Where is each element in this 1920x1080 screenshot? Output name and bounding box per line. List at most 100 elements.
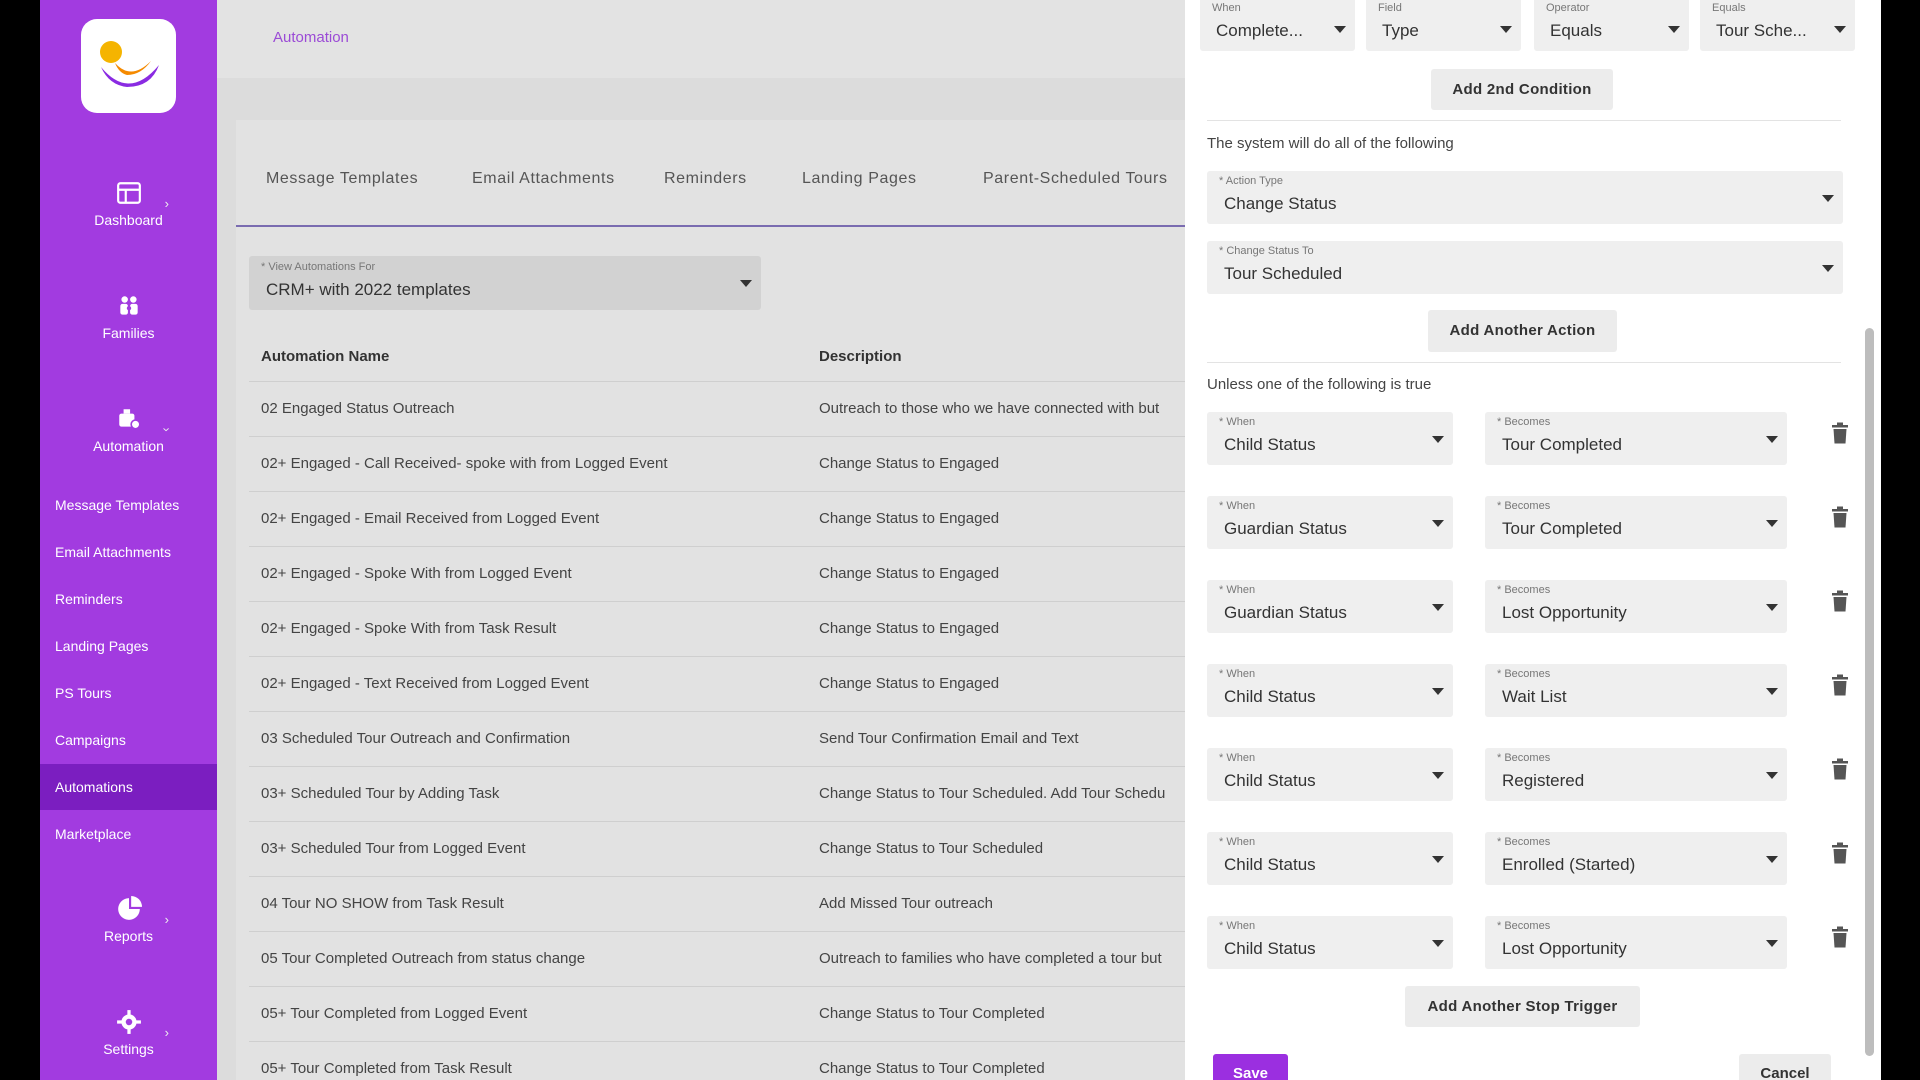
tab-email-attachments[interactable]: Email Attachments — [472, 170, 615, 188]
stop-trigger-when-select[interactable]: * When Child Status — [1207, 916, 1453, 969]
stop-trigger-becomes-select[interactable]: * Becomes Tour Completed — [1485, 412, 1787, 465]
subnav-message-templates[interactable]: Message Templates — [40, 482, 217, 528]
stop-trigger-when-select[interactable]: * When Child Status — [1207, 412, 1453, 465]
automation-description: Change Status to Tour Completed — [819, 1060, 1045, 1077]
dashboard-icon — [116, 182, 141, 204]
tab-message-templates[interactable]: Message Templates — [266, 170, 418, 188]
table-row[interactable]: 02+ Engaged - Text Received from Logged … — [249, 656, 1185, 711]
app-logo[interactable] — [81, 19, 176, 113]
action-type-select[interactable]: * Action Type Change Status — [1207, 171, 1843, 224]
trash-icon[interactable] — [1831, 758, 1849, 780]
tab-parent-scheduled-tours[interactable]: Parent-Scheduled Tours — [983, 170, 1168, 188]
stop-trigger-becomes-select[interactable]: * Becomes Wait List — [1485, 664, 1787, 717]
when-value: Guardian Status — [1224, 519, 1347, 538]
stop-trigger-becomes-select[interactable]: * Becomes Lost Opportunity — [1485, 580, 1787, 633]
table-row[interactable]: 04 Tour NO SHOW from Task Result Add Miss… — [249, 876, 1185, 931]
chevron-right-icon: › — [164, 912, 169, 927]
caret-down-icon — [1432, 604, 1444, 611]
caret-down-icon — [1334, 26, 1346, 33]
nav-automation[interactable]: Automation › — [40, 406, 217, 456]
subnav-campaigns[interactable]: Campaigns — [40, 717, 217, 763]
nav-reports[interactable]: Reports › — [40, 896, 217, 946]
automation-name: 02+ Engaged - Spoke With from Logged Eve… — [261, 565, 572, 582]
subnav-automations[interactable]: Automations — [40, 764, 217, 810]
stop-trigger-becomes-select[interactable]: * Becomes Enrolled (Started) — [1485, 832, 1787, 885]
trash-icon[interactable] — [1831, 926, 1849, 948]
table-row[interactable]: 05+ Tour Completed from Logged Event Chan… — [249, 986, 1185, 1041]
breadcrumb[interactable]: Automation — [273, 29, 349, 46]
action-type-value: Change Status — [1224, 194, 1337, 213]
table-row[interactable]: 02+ Engaged - Call Received- spoke with … — [249, 436, 1185, 491]
automation-description: Change Status to Engaged — [819, 455, 1000, 472]
tab-reminders[interactable]: Reminders — [664, 170, 747, 188]
trash-icon[interactable] — [1831, 674, 1849, 696]
becomes-label: * Becomes — [1497, 668, 1551, 680]
stop-trigger-when-select[interactable]: * When Child Status — [1207, 664, 1453, 717]
when-value: Child Status — [1224, 771, 1316, 790]
subnav-ps-tours[interactable]: PS Tours — [40, 670, 217, 716]
trash-icon[interactable] — [1831, 422, 1849, 444]
trash-icon[interactable] — [1831, 842, 1849, 864]
subnav-marketplace[interactable]: Marketplace — [40, 811, 217, 857]
save-button[interactable]: Save — [1213, 1054, 1288, 1080]
stop-trigger-when-select[interactable]: * When Child Status — [1207, 748, 1453, 801]
logo-icon — [100, 41, 159, 87]
trash-icon[interactable] — [1831, 590, 1849, 612]
table-row[interactable]: 05+ Tour Completed from Task Result Chang… — [249, 1041, 1185, 1080]
table-row[interactable]: 02+ Engaged - Email Received from Logged… — [249, 491, 1185, 546]
condition-field-label: Field — [1378, 2, 1402, 14]
column-header-description[interactable]: Description — [819, 348, 902, 365]
when-label: * When — [1219, 584, 1256, 596]
table-row[interactable]: 02+ Engaged - Spoke With from Task Resul… — [249, 601, 1185, 656]
condition-when-select[interactable]: When Complete... — [1200, 0, 1355, 51]
add-another-action-button[interactable]: Add Another Action — [1428, 310, 1617, 352]
becomes-value: Tour Completed — [1502, 435, 1623, 454]
stop-trigger-when-select[interactable]: * When Child Status — [1207, 832, 1453, 885]
when-value: Child Status — [1224, 435, 1316, 454]
caret-down-icon — [1500, 26, 1512, 33]
column-header-name[interactable]: Automation Name — [261, 348, 389, 365]
subnav-reminders[interactable]: Reminders — [40, 576, 217, 622]
chevron-right-icon: › — [164, 196, 169, 211]
cancel-button[interactable]: Cancel — [1739, 1054, 1831, 1080]
table-row[interactable]: 03 Scheduled Tour Outreach and Confirmat… — [249, 711, 1185, 766]
caret-down-icon — [1432, 940, 1444, 947]
table-row[interactable]: 05 Tour Completed Outreach from status c… — [249, 931, 1185, 986]
becomes-label: * Becomes — [1497, 752, 1551, 764]
table-row[interactable]: 03+ Scheduled Tour by Adding Task Change … — [249, 766, 1185, 821]
stop-trigger-when-select[interactable]: * When Guardian Status — [1207, 496, 1453, 549]
automation-description: Outreach to those who we have connected … — [819, 400, 1160, 417]
automation-name: 03+ Scheduled Tour from Logged Event — [261, 840, 526, 857]
stop-trigger-when-select[interactable]: * When Guardian Status — [1207, 580, 1453, 633]
becomes-value: Wait List — [1502, 687, 1567, 706]
view-automations-select[interactable]: * View Automations For CRM+ with 2022 te… — [249, 256, 761, 310]
nav-families[interactable]: Families — [40, 293, 217, 343]
families-icon — [119, 296, 138, 315]
change-status-to-select[interactable]: * Change Status To Tour Scheduled — [1207, 241, 1843, 294]
nav-dashboard[interactable]: Dashboard › — [40, 180, 217, 230]
tab-landing-pages[interactable]: Landing Pages — [802, 170, 917, 188]
stop-trigger-becomes-select[interactable]: * Becomes Tour Completed — [1485, 496, 1787, 549]
trash-icon[interactable] — [1831, 506, 1849, 528]
automation-description: Add Missed Tour outreach — [819, 895, 993, 912]
nav-settings[interactable]: Settings › — [40, 1009, 217, 1059]
subnav-email-attachments[interactable]: Email Attachments — [40, 529, 217, 575]
stop-trigger-becomes-select[interactable]: * Becomes Registered — [1485, 748, 1787, 801]
condition-field-select[interactable]: Field Type — [1366, 0, 1521, 51]
table-row[interactable]: 03+ Scheduled Tour from Logged Event Chan… — [249, 821, 1185, 876]
condition-operator-select[interactable]: Operator Equals — [1534, 0, 1689, 51]
condition-equals-select[interactable]: Equals Tour Sche... — [1700, 0, 1855, 51]
chevron-right-icon: › — [164, 1025, 169, 1040]
add-2nd-condition-button[interactable]: Add 2nd Condition — [1431, 69, 1613, 110]
add-another-stop-trigger-button[interactable]: Add Another Stop Trigger — [1405, 986, 1640, 1027]
panel-scrollbar[interactable] — [1865, 328, 1874, 1056]
condition-operator-label: Operator — [1546, 2, 1590, 14]
table-row[interactable]: 02+ Engaged - Spoke With from Logged Eve… — [249, 546, 1185, 601]
automation-name: 03+ Scheduled Tour by Adding Task — [261, 785, 500, 802]
actions-heading: The system will do all of the following — [1207, 135, 1454, 152]
automation-description: Outreach to families who have completed … — [819, 950, 1162, 967]
subnav-landing-pages[interactable]: Landing Pages — [40, 623, 217, 669]
table-row[interactable]: 02 Engaged Status Outreach Outreach to th… — [249, 381, 1185, 436]
automation-name: 03 Scheduled Tour Outreach and Confirmat… — [261, 730, 571, 747]
stop-trigger-becomes-select[interactable]: * Becomes Lost Opportunity — [1485, 916, 1787, 969]
